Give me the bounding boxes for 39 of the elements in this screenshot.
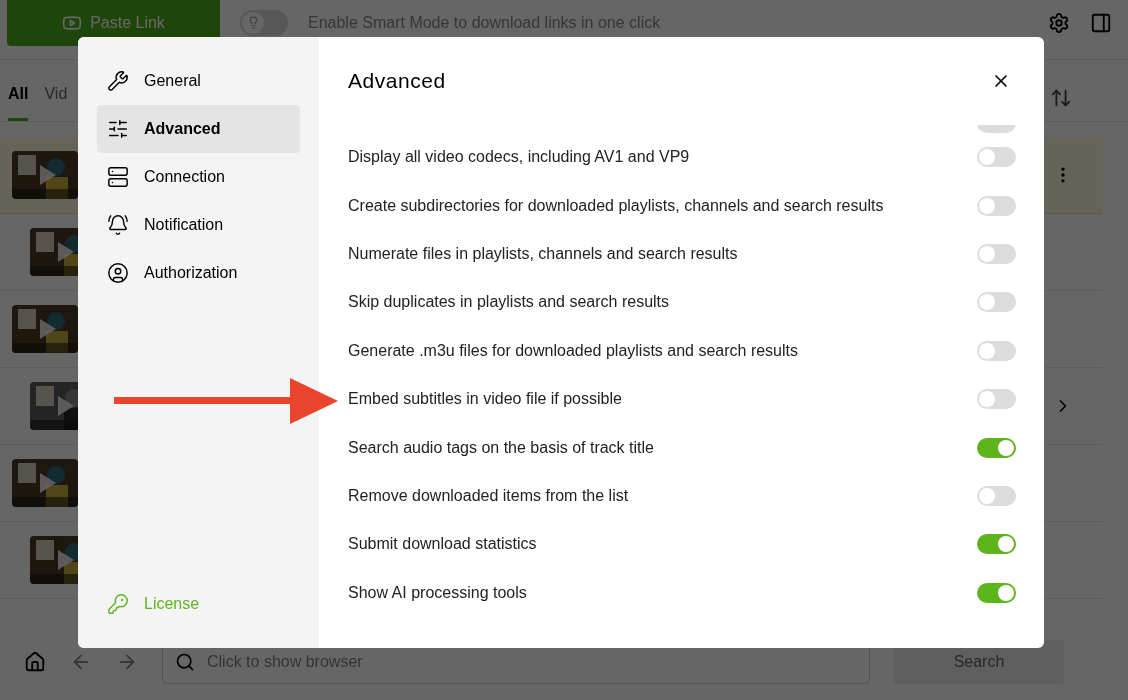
filter-tab[interactable]: All (8, 82, 29, 121)
option-label: Generate .m3u files for downloaded playlists and search results (348, 340, 798, 361)
settings-nav-item[interactable]: Connection (97, 153, 300, 201)
toggle-switch[interactable] (977, 292, 1016, 313)
home-icon[interactable] (24, 651, 46, 673)
server-icon (107, 166, 129, 188)
settings-icon[interactable] (1048, 11, 1070, 34)
option-label: Skip duplicates in playlists and search results (348, 292, 670, 313)
bell-icon (107, 214, 129, 236)
toggle-switch[interactable] (977, 485, 1016, 506)
toggle-switch[interactable] (977, 534, 1016, 555)
toggle-switch[interactable] (977, 195, 1016, 216)
user-circle-icon (107, 262, 129, 284)
toggle-switch[interactable] (977, 340, 1016, 361)
toggle-switch[interactable] (977, 582, 1016, 603)
sort-icon[interactable] (1050, 87, 1072, 109)
toggle-switch[interactable] (977, 147, 1016, 168)
search-icon (175, 652, 195, 672)
smart-mode-toggle[interactable] (240, 9, 288, 36)
option-label: Search audio tags on the basis of track title (348, 437, 654, 458)
settings-nav-item[interactable]: Authorization (97, 249, 300, 297)
dialog-title: Advanced (348, 68, 446, 95)
option-label: Remove downloaded items from the list (348, 485, 629, 506)
option-label: Show AI processing tools (348, 582, 527, 603)
settings-nav-item[interactable]: General (97, 57, 300, 105)
toggle-switch[interactable] (977, 243, 1016, 264)
toggle-switch[interactable] (977, 389, 1016, 410)
option-label: Create subdirectories for downloaded playlists, channels and search results (348, 195, 884, 216)
option-label: Embed subtitles in video file if possible (348, 389, 622, 410)
sliders-icon (107, 118, 129, 140)
key-icon (107, 593, 129, 615)
wrench-icon (107, 70, 129, 92)
option-label: Numerate files in playlists, channels and search results (348, 243, 738, 264)
toggle-switch[interactable] (977, 437, 1016, 458)
option-label: Submit download statistics (348, 534, 537, 555)
panel-icon[interactable] (1090, 11, 1112, 34)
option-label: Display all video codecs, including AV1 and VP9 (348, 147, 690, 168)
settings-nav-item[interactable]: Advanced (97, 105, 300, 153)
settings-nav-item[interactable]: Notification (97, 201, 300, 249)
